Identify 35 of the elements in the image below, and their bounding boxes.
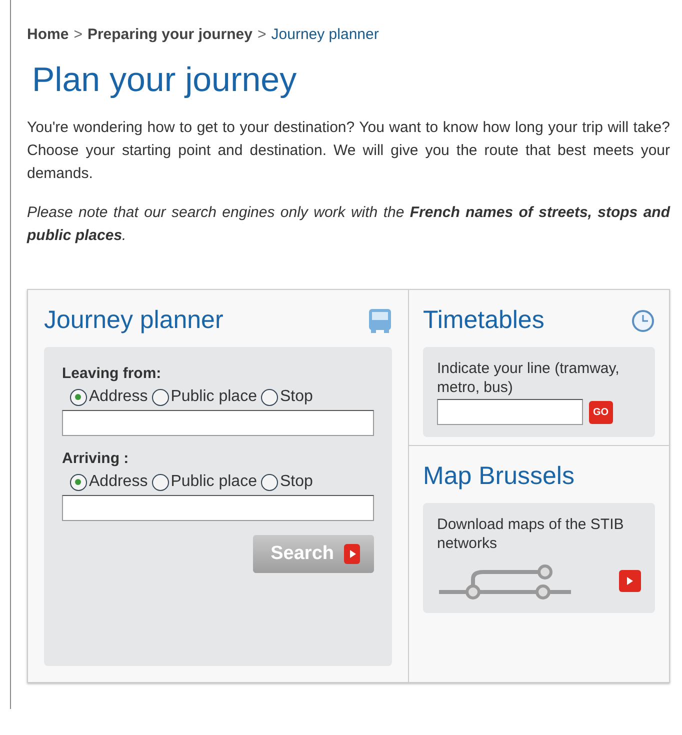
radio-button[interactable] bbox=[152, 474, 169, 490]
radio-option[interactable]: Public place bbox=[152, 473, 257, 491]
breadcrumb-current: Journey planner bbox=[271, 26, 379, 43]
breadcrumb-separator: > bbox=[74, 26, 82, 43]
field-label: Arriving : bbox=[62, 450, 130, 467]
section-title: Journey planner bbox=[44, 306, 224, 335]
play-button[interactable] bbox=[619, 570, 641, 592]
go-button[interactable]: GO bbox=[589, 400, 613, 424]
radio-button[interactable] bbox=[152, 388, 169, 406]
radio-option[interactable]: Stop bbox=[260, 388, 313, 406]
radio-option[interactable]: Address bbox=[70, 388, 148, 406]
prompt-text: Indicate your line (tramway, metro, bus) bbox=[437, 359, 620, 397]
input-field[interactable] bbox=[62, 495, 374, 521]
bus-icon bbox=[368, 308, 392, 334]
radio-button[interactable] bbox=[260, 388, 278, 406]
section-title: Timetables bbox=[423, 306, 544, 335]
radio-option[interactable]: Address bbox=[70, 473, 148, 491]
intro-paragraph: You're wondering how to get to your destination? You want to know how long your trip will take? Choose your starting point and destination. We will give you the route that best meets your demands. bbox=[27, 118, 670, 184]
radio-button[interactable] bbox=[70, 474, 87, 490]
radio-button[interactable] bbox=[70, 388, 87, 406]
input-field[interactable] bbox=[437, 399, 583, 425]
radio-option[interactable]: Stop bbox=[260, 473, 313, 491]
input-field[interactable] bbox=[62, 410, 374, 436]
field-label: Leaving from: bbox=[62, 365, 162, 382]
section-title: Map Brussels bbox=[423, 462, 574, 491]
download-text: Download maps of the STIB networks bbox=[437, 515, 625, 553]
clock-icon bbox=[631, 308, 655, 332]
radio-option[interactable]: Public place bbox=[152, 388, 257, 406]
breadcrumb-link[interactable]: Preparing your journey bbox=[87, 26, 252, 43]
page-title: Plan your journey bbox=[32, 61, 298, 100]
play-icon bbox=[344, 544, 360, 564]
radio-button[interactable] bbox=[260, 474, 278, 490]
note-paragraph: Please note that our search engines only work with the French names of streets, stops and public places. bbox=[27, 203, 670, 246]
breadcrumb-link[interactable]: Home bbox=[27, 26, 69, 43]
breadcrumb-separator: > bbox=[258, 26, 266, 43]
